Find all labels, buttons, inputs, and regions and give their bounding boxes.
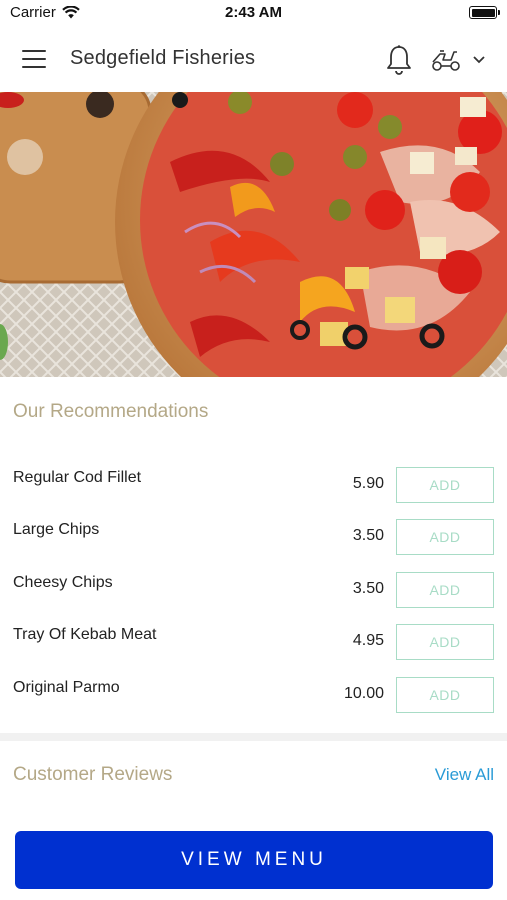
add-button[interactable]: ADD <box>396 624 494 660</box>
item-price: 4.95 <box>352 632 384 649</box>
add-button[interactable]: ADD <box>396 467 494 503</box>
section-divider <box>0 733 507 741</box>
battery-icon <box>469 6 500 19</box>
item-price: 3.50 <box>352 527 384 544</box>
app-header: Sedgefield Fisheries <box>0 30 507 92</box>
item-name: Original Parmo <box>13 679 120 696</box>
add-button[interactable]: ADD <box>396 572 494 608</box>
menu-item-row: Large Chips 3.50 ADD <box>0 519 507 559</box>
item-name: Tray Of Kebab Meat <box>13 626 157 643</box>
recommendations-title: Our Recommendations <box>13 401 209 422</box>
restaurant-title: Sedgefield Fisheries <box>70 47 256 69</box>
status-time: 2:43 AM <box>225 4 282 21</box>
add-button[interactable]: ADD <box>396 677 494 713</box>
bell-icon[interactable] <box>384 44 414 76</box>
item-price: 10.00 <box>343 685 384 702</box>
view-all-link[interactable]: View All <box>435 765 494 785</box>
item-name: Large Chips <box>13 521 100 538</box>
chevron-down-icon[interactable] <box>471 52 487 68</box>
view-menu-button[interactable]: VIEW MENU <box>15 831 493 889</box>
item-price: 5.90 <box>352 475 384 492</box>
reviews-title: Customer Reviews <box>13 764 173 785</box>
menu-item-row: Regular Cod Fillet 5.90 ADD <box>0 467 507 507</box>
menu-item-row: Cheesy Chips 3.50 ADD <box>0 572 507 612</box>
status-bar: Carrier 2:43 AM <box>0 0 507 28</box>
pizza-illustration <box>0 92 507 377</box>
hamburger-menu-icon[interactable] <box>22 50 48 70</box>
item-name: Cheesy Chips <box>13 574 113 591</box>
menu-item-row: Tray Of Kebab Meat 4.95 ADD <box>0 624 507 664</box>
item-price: 3.50 <box>352 580 384 597</box>
menu-item-row: Original Parmo 10.00 ADD <box>0 677 507 717</box>
hero-pizza-image <box>0 92 507 377</box>
add-button[interactable]: ADD <box>396 519 494 555</box>
scooter-icon[interactable] <box>430 46 462 74</box>
item-name: Regular Cod Fillet <box>13 469 142 486</box>
